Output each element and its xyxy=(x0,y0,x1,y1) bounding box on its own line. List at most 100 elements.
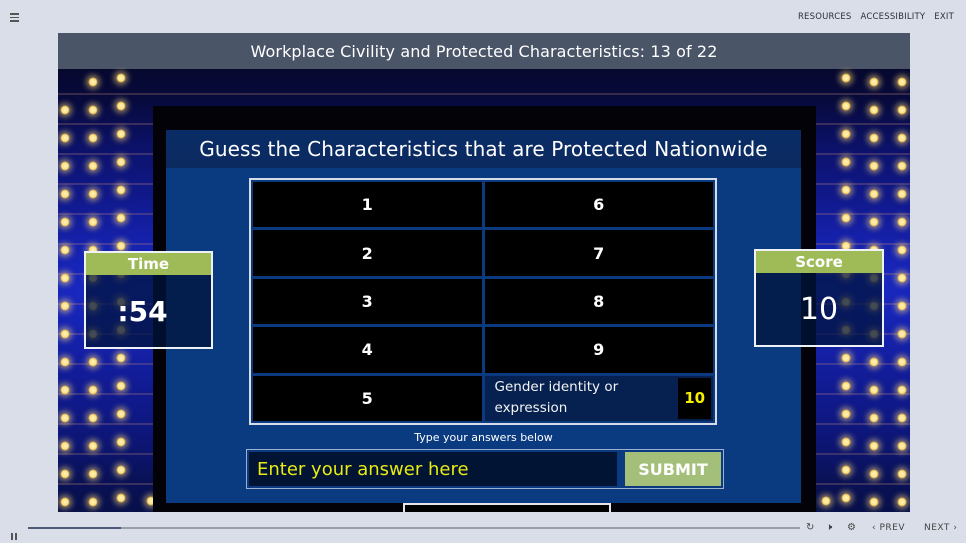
stage-light xyxy=(897,245,907,255)
stage-light xyxy=(869,189,879,199)
stage-light xyxy=(88,133,98,143)
stage-light xyxy=(841,73,851,83)
settings-icon[interactable]: ⚙ xyxy=(847,522,856,533)
stage-light xyxy=(60,497,70,507)
answer-grid: 1 6 2 7 3 8 4 9 5 Gender identity or exp… xyxy=(249,178,717,425)
stage-light xyxy=(60,105,70,115)
stage-light xyxy=(869,77,879,87)
game-heading: Guess the Characteristics that are Prote… xyxy=(166,130,801,168)
top-nav-links: RESOURCES ACCESSIBILITY EXIT xyxy=(798,12,954,22)
stage-light xyxy=(897,413,907,423)
stage-light xyxy=(60,441,70,451)
stage-light xyxy=(869,441,879,451)
stage-light xyxy=(116,157,126,167)
stage-light xyxy=(60,329,70,339)
stage-light xyxy=(841,101,851,111)
answer-slot-4[interactable]: 4 xyxy=(253,327,482,373)
stage-light xyxy=(88,385,98,395)
stage-light xyxy=(116,409,126,419)
hamburger-menu-icon[interactable] xyxy=(10,13,22,23)
answer-slot-7[interactable]: 7 xyxy=(484,230,713,276)
answer-input[interactable] xyxy=(249,452,617,486)
stage-light xyxy=(88,469,98,479)
stage-light xyxy=(88,105,98,115)
stage-light xyxy=(821,496,831,506)
stage-light xyxy=(897,77,907,87)
stage-light xyxy=(88,357,98,367)
stage-light xyxy=(116,185,126,195)
stage-light xyxy=(116,213,126,223)
stage-light xyxy=(116,241,126,251)
prev-button[interactable]: ‹ PREV xyxy=(872,523,905,533)
stage-light xyxy=(897,273,907,283)
volume-icon[interactable]: 🕨 xyxy=(826,522,832,533)
stage-light xyxy=(841,129,851,139)
time-value: :54 xyxy=(117,294,168,328)
slide-title: Workplace Civility and Protected Charact… xyxy=(58,33,910,69)
stage-light xyxy=(841,353,851,363)
stage-light xyxy=(897,357,907,367)
stage-light xyxy=(897,217,907,227)
answer-slot-3[interactable]: 3 xyxy=(253,278,482,325)
answer-slot-2[interactable]: 2 xyxy=(253,230,482,276)
answer-slot-6[interactable]: 6 xyxy=(484,182,713,228)
stage-light xyxy=(841,381,851,391)
stage-light xyxy=(869,385,879,395)
stage-light xyxy=(88,217,98,227)
game-stage-background: Guess the Characteristics that are Prote… xyxy=(58,69,910,512)
prev-label: PREV xyxy=(879,523,906,533)
stage-light xyxy=(60,301,70,311)
accessibility-link[interactable]: ACCESSIBILITY xyxy=(861,12,926,22)
stage-light xyxy=(897,329,907,339)
stage-light xyxy=(897,469,907,479)
stage-light xyxy=(60,385,70,395)
pause-icon[interactable] xyxy=(11,525,19,540)
stage-light xyxy=(116,73,126,83)
stage-light xyxy=(116,493,126,503)
next-label: NEXT xyxy=(924,523,950,533)
stage-light xyxy=(869,497,879,507)
score-label: Score xyxy=(756,251,882,273)
answer-instruction: Type your answers below xyxy=(414,431,553,444)
stage-light xyxy=(841,409,851,419)
stage-light xyxy=(841,157,851,167)
stage-light xyxy=(60,469,70,479)
chevron-left-icon: ‹ xyxy=(872,523,877,533)
resources-link[interactable]: RESOURCES xyxy=(798,12,852,22)
next-button[interactable]: NEXT › xyxy=(924,523,957,533)
submit-button[interactable]: SUBMIT xyxy=(625,452,721,486)
stage-light xyxy=(88,77,98,87)
stage-light xyxy=(869,161,879,171)
stage-light xyxy=(88,497,98,507)
answer-slot-1[interactable]: 1 xyxy=(253,182,482,228)
answer-slot-5[interactable]: 5 xyxy=(253,375,482,421)
replay-icon[interactable]: ↻ xyxy=(806,522,814,533)
slide-area: Workplace Civility and Protected Charact… xyxy=(58,33,910,512)
progress-fill xyxy=(28,527,121,529)
stage-light xyxy=(841,213,851,223)
time-panel: Time :54 xyxy=(84,251,213,349)
stage-light xyxy=(60,161,70,171)
chevron-right-icon: › xyxy=(953,523,958,533)
stage-light xyxy=(60,273,70,283)
reveal-all-answers-button[interactable]: Reveal all answers xyxy=(403,503,611,512)
answer-slot-9[interactable]: 9 xyxy=(484,327,713,373)
stage-light xyxy=(60,133,70,143)
stage-light xyxy=(841,465,851,475)
stage-light xyxy=(116,381,126,391)
revealed-answer-points: 10 xyxy=(678,377,711,419)
stage-light xyxy=(841,493,851,503)
stage-light xyxy=(60,189,70,199)
stage-light xyxy=(841,185,851,195)
game-board: Guess the Characteristics that are Prote… xyxy=(166,130,801,503)
stage-light xyxy=(869,133,879,143)
answer-slot-8[interactable]: 8 xyxy=(484,278,713,325)
stage-light xyxy=(897,441,907,451)
stage-light xyxy=(897,105,907,115)
time-label: Time xyxy=(86,253,211,275)
stage-light xyxy=(116,353,126,363)
exit-link[interactable]: EXIT xyxy=(934,12,954,22)
stage-light xyxy=(88,441,98,451)
progress-scrubber[interactable] xyxy=(28,527,800,529)
stage-light xyxy=(897,497,907,507)
